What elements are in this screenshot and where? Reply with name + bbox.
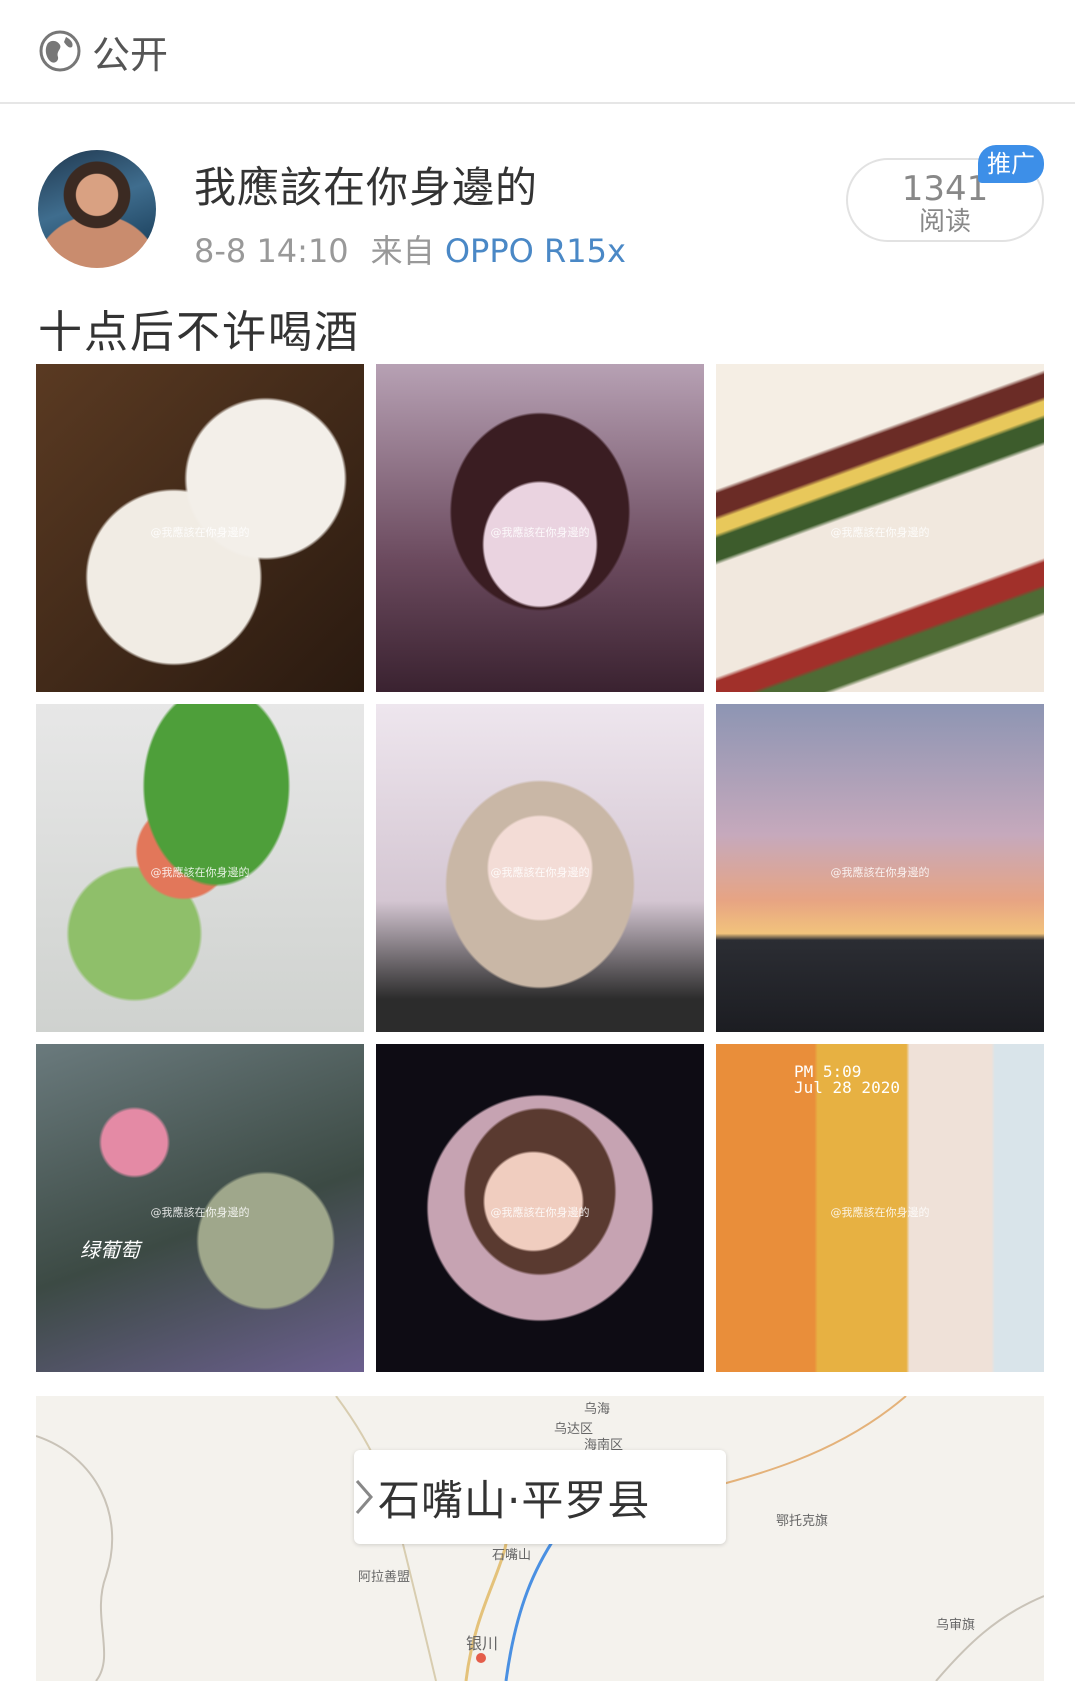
map-label: 石嘴山 xyxy=(492,1548,532,1563)
image-8[interactable]: @我應該在你身邊的 xyxy=(376,1044,704,1372)
image-9[interactable]: PM 5:09 Jul 28 2020 @我應該在你身邊的 xyxy=(716,1044,1044,1372)
post-text: 十点后不许喝酒 xyxy=(38,307,360,358)
image-grid: @我應該在你身邊的 @我應該在你身邊的 @我應該在你身邊的 @我應該在你身邊的 … xyxy=(36,364,1044,1372)
image-4[interactable]: @我應該在你身邊的 xyxy=(36,704,364,1032)
image-1[interactable]: @我應該在你身邊的 xyxy=(36,364,364,692)
image-6[interactable]: @我應該在你身邊的 xyxy=(716,704,1044,1032)
visibility-bar: 公开 xyxy=(0,0,1075,104)
promo-badge: 推广 xyxy=(978,145,1044,183)
location-map[interactable]: 乌海 乌达区 海南区 鄂托克旗 石嘴山 阿拉善盟 银川 乌审旗 石嘴山·平罗县 xyxy=(36,1396,1044,1681)
location-name: 石嘴山·平罗县 xyxy=(378,1475,651,1525)
watermark: @我應該在你身邊的 xyxy=(830,866,930,879)
image-caption: 绿葡萄 xyxy=(80,1238,140,1262)
watermark: @我應該在你身邊的 xyxy=(150,526,250,539)
image-date: Jul 28 2020 xyxy=(794,1078,900,1097)
username[interactable]: 我應該在你身邊的 xyxy=(194,154,538,215)
watermark: @我應該在你身邊的 xyxy=(490,1206,590,1219)
image-2[interactable]: @我應該在你身邊的 xyxy=(376,364,704,692)
map-label: 乌海 xyxy=(584,1402,611,1417)
chevron-right-icon xyxy=(355,1480,373,1514)
watermark: @我應該在你身邊的 xyxy=(150,1206,250,1219)
avatar[interactable] xyxy=(38,150,156,268)
watermark: @我應該在你身邊的 xyxy=(150,866,250,879)
watermark: @我應該在你身邊的 xyxy=(490,866,590,879)
map-label: 鄂托克旗 xyxy=(776,1514,829,1529)
read-label: 阅读 xyxy=(918,207,971,237)
location-pill[interactable]: 石嘴山·平罗县 xyxy=(354,1450,726,1544)
watermark: @我應該在你身邊的 xyxy=(830,1206,930,1219)
globe-icon xyxy=(39,30,81,72)
device-link[interactable]: OPPO R15x xyxy=(445,232,626,270)
image-5[interactable]: @我應該在你身邊的 xyxy=(376,704,704,1032)
image-7[interactable]: @我應該在你身邊的 绿葡萄 xyxy=(36,1044,364,1372)
watermark: @我應該在你身邊的 xyxy=(830,526,930,539)
post-meta: 8-8 14:10 来自 OPPO R15x xyxy=(194,226,626,272)
post-header: 我應該在你身邊的 8-8 14:10 来自 OPPO R15x 1341 阅读 xyxy=(0,140,1075,280)
map-label: 乌审旗 xyxy=(936,1618,976,1633)
map-label: 阿拉善盟 xyxy=(358,1570,411,1585)
image-timestamp: PM 5:09 Jul 28 2020 xyxy=(794,1064,900,1096)
visibility-label: 公开 xyxy=(92,32,169,77)
watermark: @我應該在你身邊的 xyxy=(490,526,590,539)
source-prefix: 来自 xyxy=(370,232,435,270)
map-label: 银川 xyxy=(466,1634,499,1653)
post-time: 8-8 14:10 xyxy=(194,232,349,270)
image-3[interactable]: @我應該在你身邊的 xyxy=(716,364,1044,692)
